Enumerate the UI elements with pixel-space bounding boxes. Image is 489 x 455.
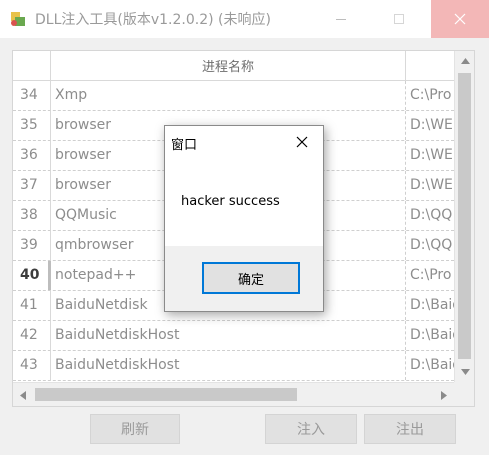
arrow-down-icon [460,369,470,375]
row-number[interactable]: 36 [13,141,51,170]
message-dialog: 窗口 hacker success 确定 [164,125,324,312]
vertical-scroll-thumb[interactable] [458,73,471,359]
row-number[interactable]: 42 [13,321,51,350]
arrow-right-icon [441,390,447,400]
dialog-title: 窗口 [171,138,198,153]
row-number[interactable]: 38 [13,201,51,230]
close-icon [296,136,308,148]
process-path-cell[interactable]: D:\QQ [406,231,454,260]
minimize-button[interactable] [312,0,370,38]
scroll-down-button[interactable] [455,362,474,382]
column-header-path[interactable] [406,51,454,81]
process-name-cell[interactable]: BaiduNetdiskHost [51,321,406,350]
row-number[interactable]: 39 [13,231,51,260]
app-icon [11,12,25,26]
process-path-cell[interactable]: C:\Pro [406,81,454,110]
process-path-cell[interactable]: D:\Baid [406,291,454,320]
row-number[interactable]: 43 [13,351,51,380]
scroll-up-button[interactable] [455,51,474,71]
dialog-footer: 确定 [165,246,323,311]
process-path-cell[interactable]: D:\QQ [406,201,454,230]
maximize-button[interactable] [370,0,428,38]
scroll-right-button[interactable] [434,385,454,405]
row-number[interactable]: 35 [13,111,51,140]
process-path-cell[interactable]: D:\Baid [406,321,454,350]
ok-button[interactable]: 确定 [202,262,300,294]
table-row[interactable]: 34 Xmp C:\Pro [13,81,454,111]
column-header-process-name[interactable]: 进程名称 [51,51,406,81]
horizontal-scrollbar[interactable] [13,382,454,406]
arrow-left-icon [20,390,26,400]
table-row[interactable]: 43BaiduNetdiskHostD:\Baid [13,351,454,381]
process-name-cell[interactable]: BaiduNetdiskHost [51,351,406,380]
eject-button[interactable]: 注出 [364,414,456,444]
row-number[interactable]: 34 [13,81,51,110]
window-title: DLL注入工具(版本v1.2.0.2) (未响应) [35,12,271,28]
refresh-button[interactable]: 刷新 [90,414,180,444]
close-button[interactable] [431,0,489,38]
row-number[interactable]: 37 [13,171,51,200]
row-number[interactable]: 41 [13,291,51,320]
vertical-scrollbar[interactable] [454,51,474,382]
process-path-cell[interactable]: D:\WE [406,171,454,200]
process-path-cell[interactable]: C:\Pro [406,261,454,290]
arrow-up-icon [460,58,470,64]
row-header-corner [13,51,51,81]
table-row[interactable]: 42BaiduNetdiskHostD:\Baid [13,321,454,351]
inject-button[interactable]: 注入 [265,414,357,444]
dialog-message: hacker success [181,194,280,209]
title-bar: DLL注入工具(版本v1.2.0.2) (未响应) [0,0,489,38]
scroll-left-button[interactable] [13,385,33,405]
row-number[interactable]: 40 [13,261,51,290]
horizontal-scroll-thumb[interactable] [35,388,297,401]
maximize-icon [394,14,404,24]
close-icon [454,13,466,25]
scrollbar-corner [454,382,474,406]
process-path-cell[interactable]: D:\Baid [406,351,454,380]
minimize-icon [336,19,346,20]
process-path-cell[interactable]: D:\WE [406,111,454,140]
process-path-cell[interactable]: D:\WE [406,141,454,170]
dialog-close-button[interactable] [293,133,311,151]
process-name-cell[interactable]: Xmp [51,81,406,110]
